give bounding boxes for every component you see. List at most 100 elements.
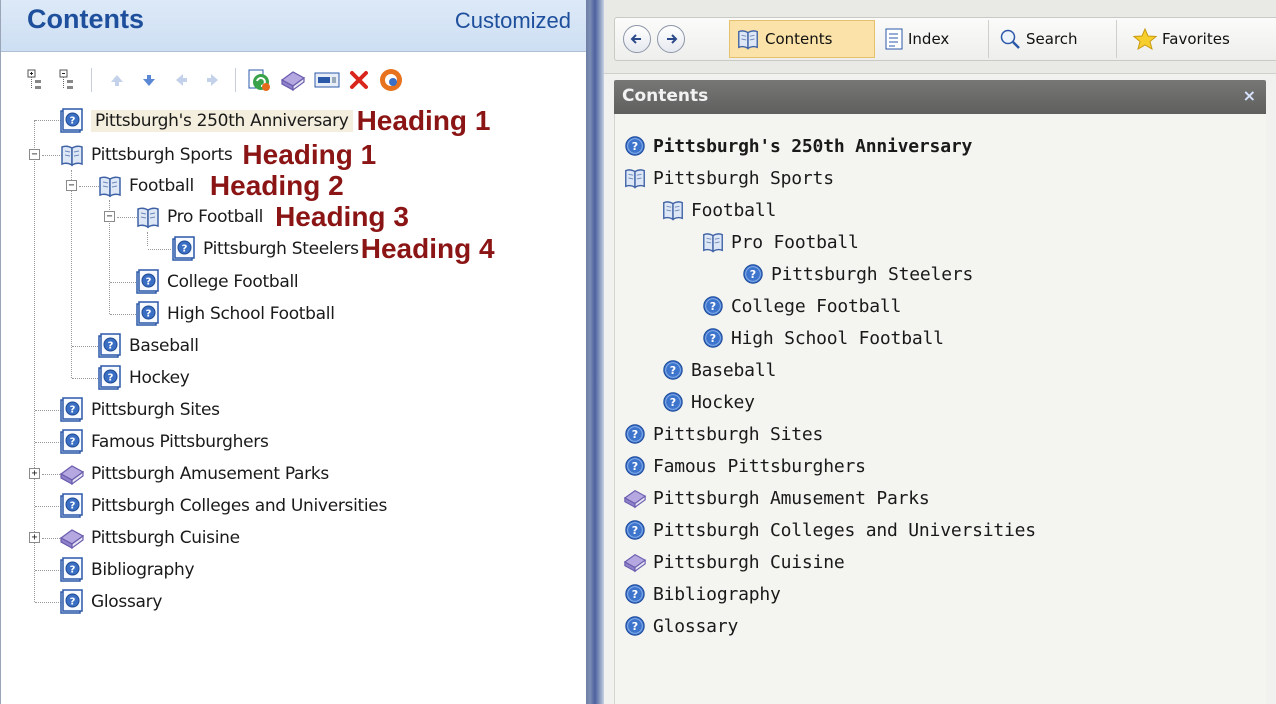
- back-arrow-icon[interactable]: [623, 25, 651, 53]
- open-book-icon: [701, 230, 725, 254]
- tab-contents[interactable]: Contents: [729, 20, 875, 58]
- toc-item-label: Bibliography: [91, 560, 195, 580]
- toc-item-label: Pittsburgh Steelers: [203, 239, 359, 259]
- toc-link-famous-pittsburghers[interactable]: Famous Pittsburghers: [623, 451, 866, 481]
- collapse-toggle-football[interactable]: −: [66, 180, 77, 191]
- toc-item-bibliography[interactable]: Bibliography: [59, 555, 195, 585]
- toc-link-cuisine[interactable]: Pittsburgh Cuisine: [623, 547, 845, 577]
- toc-item-label: Baseball: [129, 336, 199, 356]
- toc-item-label: Pittsburgh Colleges and Universities: [91, 496, 388, 516]
- toc-item-pittsburgh-steelers[interactable]: Pittsburgh Steelers Heading 4: [171, 234, 495, 264]
- toc-link-bibliography[interactable]: Bibliography: [623, 579, 781, 609]
- tab-index[interactable]: Index: [879, 20, 989, 58]
- tab-favorites[interactable]: Favorites: [1127, 20, 1276, 58]
- delete-icon[interactable]: [345, 66, 373, 94]
- move-left-icon[interactable]: [167, 66, 195, 94]
- help-circle-icon: [701, 326, 725, 350]
- toc-item-label: Football: [129, 176, 194, 196]
- expand-all-icon[interactable]: [23, 66, 51, 94]
- help-circle-icon: [661, 390, 685, 414]
- toc-link-label: Football: [691, 199, 777, 221]
- toc-link-pro-football[interactable]: Pro Football: [701, 227, 859, 257]
- toc-link-250th-anniversary[interactable]: Pittsburgh's 250th Anniversary: [623, 131, 972, 161]
- move-down-icon[interactable]: [135, 66, 163, 94]
- search-icon: [999, 28, 1021, 50]
- toc-item-football[interactable]: Football Heading 2: [97, 171, 344, 201]
- toc-item-label: Pittsburgh's 250th Anniversary: [91, 110, 353, 132]
- toc-link-label: Famous Pittsburghers: [653, 455, 866, 477]
- tab-label: Index: [908, 30, 950, 48]
- help-circle-icon: [623, 134, 647, 158]
- toc-toolbar: [23, 66, 563, 98]
- toc-item-high-school-football[interactable]: High School Football: [135, 299, 335, 329]
- toc-link-label: Bibliography: [653, 583, 781, 605]
- contents-pane-body: Pittsburgh's 250th Anniversary Pittsburg…: [614, 114, 1266, 704]
- toc-link-pittsburgh-steelers[interactable]: Pittsburgh Steelers: [741, 259, 973, 289]
- toc-item-label: High School Football: [167, 304, 335, 324]
- help-topic-icon: [135, 269, 161, 295]
- collapse-toggle-pro-football[interactable]: −: [104, 211, 115, 222]
- toc-item-glossary[interactable]: Glossary: [59, 587, 162, 617]
- collapse-all-icon[interactable]: [55, 66, 83, 94]
- help-circle-icon: [661, 358, 685, 382]
- left-panel-header: Contents Customized: [1, 0, 587, 52]
- toc-item-amusement-parks[interactable]: Pittsburgh Amusement Parks: [59, 459, 329, 489]
- help-circle-icon: [623, 422, 647, 446]
- toc-link-hockey[interactable]: Hockey: [661, 387, 755, 417]
- move-up-icon[interactable]: [103, 66, 131, 94]
- toc-item-baseball[interactable]: Baseball: [97, 331, 199, 361]
- toc-item-cuisine[interactable]: Pittsburgh Cuisine: [59, 523, 240, 553]
- help-topic-icon: [59, 557, 85, 583]
- heading-level-tag: Heading 4: [360, 233, 495, 264]
- toc-link-glossary[interactable]: Glossary: [623, 611, 738, 641]
- topic-list-icon[interactable]: [313, 66, 341, 94]
- toc-link-colleges-universities[interactable]: Pittsburgh Colleges and Universities: [623, 515, 1036, 545]
- toc-link-high-school-football[interactable]: High School Football: [701, 323, 944, 353]
- book-icon[interactable]: [279, 66, 307, 94]
- toc-item-label: Pittsburgh Sports: [91, 145, 233, 165]
- toc-item-hockey[interactable]: Hockey: [97, 363, 190, 393]
- open-book-icon: [736, 27, 760, 51]
- help-topic-icon: [59, 108, 85, 134]
- open-book-icon: [135, 204, 161, 230]
- toc-item-pro-football[interactable]: Pro Football Heading 3: [135, 202, 409, 232]
- toc-item-label: Pro Football: [167, 207, 264, 227]
- left-contents-panel: Contents Customized − − − + + Pittsburgh…: [0, 0, 587, 704]
- move-right-icon[interactable]: [199, 66, 227, 94]
- toc-item-famous-pittsburghers[interactable]: Famous Pittsburghers: [59, 427, 269, 457]
- toc-item-college-football[interactable]: College Football: [135, 267, 299, 297]
- collapse-toggle-sports[interactable]: −: [29, 149, 40, 160]
- panel-splitter[interactable]: [586, 0, 604, 704]
- toc-link-football[interactable]: Football: [661, 195, 776, 225]
- toc-item-colleges-universities[interactable]: Pittsburgh Colleges and Universities: [59, 491, 387, 521]
- toc-item-label: College Football: [167, 272, 299, 292]
- toc-link-label: Pittsburgh Sites: [653, 423, 824, 445]
- toc-item-label: Glossary: [91, 592, 163, 612]
- toc-item-250th-anniversary[interactable]: Pittsburgh's 250th Anniversary Heading 1: [59, 106, 490, 136]
- toc-link-pittsburgh-sites[interactable]: Pittsburgh Sites: [623, 419, 823, 449]
- toc-link-pittsburgh-sports[interactable]: Pittsburgh Sports: [623, 163, 834, 193]
- toc-link-label: College Football: [731, 295, 902, 317]
- toc-item-pittsburgh-sites[interactable]: Pittsburgh Sites: [59, 395, 220, 425]
- toc-link-baseball[interactable]: Baseball: [661, 355, 776, 385]
- close-icon[interactable]: ×: [1243, 86, 1256, 105]
- properties-icon[interactable]: [377, 66, 405, 94]
- heading-level-tag: Heading 1: [356, 105, 491, 136]
- toc-link-label: Pro Football: [731, 231, 859, 253]
- forward-arrow-icon[interactable]: [657, 25, 685, 53]
- tab-label: Favorites: [1162, 30, 1230, 48]
- expand-toggle-amusement-parks[interactable]: +: [29, 468, 40, 479]
- toc-link-label: Hockey: [691, 391, 755, 413]
- toc-item-label: Famous Pittsburghers: [91, 432, 269, 452]
- heading-level-tag: Heading 3: [275, 201, 409, 232]
- refresh-link-icon[interactable]: [245, 66, 273, 94]
- help-circle-icon: [741, 262, 765, 286]
- expand-toggle-cuisine[interactable]: +: [29, 532, 40, 543]
- toc-item-pittsburgh-sports[interactable]: Pittsburgh Sports Heading 1: [59, 140, 376, 170]
- toc-link-amusement-parks[interactable]: Pittsburgh Amusement Parks: [623, 483, 930, 513]
- tab-search[interactable]: Search: [993, 20, 1117, 58]
- toolbar-strip: Contents Index Search Favorites: [614, 17, 1276, 61]
- toc-link-college-football[interactable]: College Football: [701, 291, 901, 321]
- skin-toolbar: Contents Index Search Favorites: [604, 0, 1276, 74]
- toc-link-label: Glossary: [653, 615, 739, 637]
